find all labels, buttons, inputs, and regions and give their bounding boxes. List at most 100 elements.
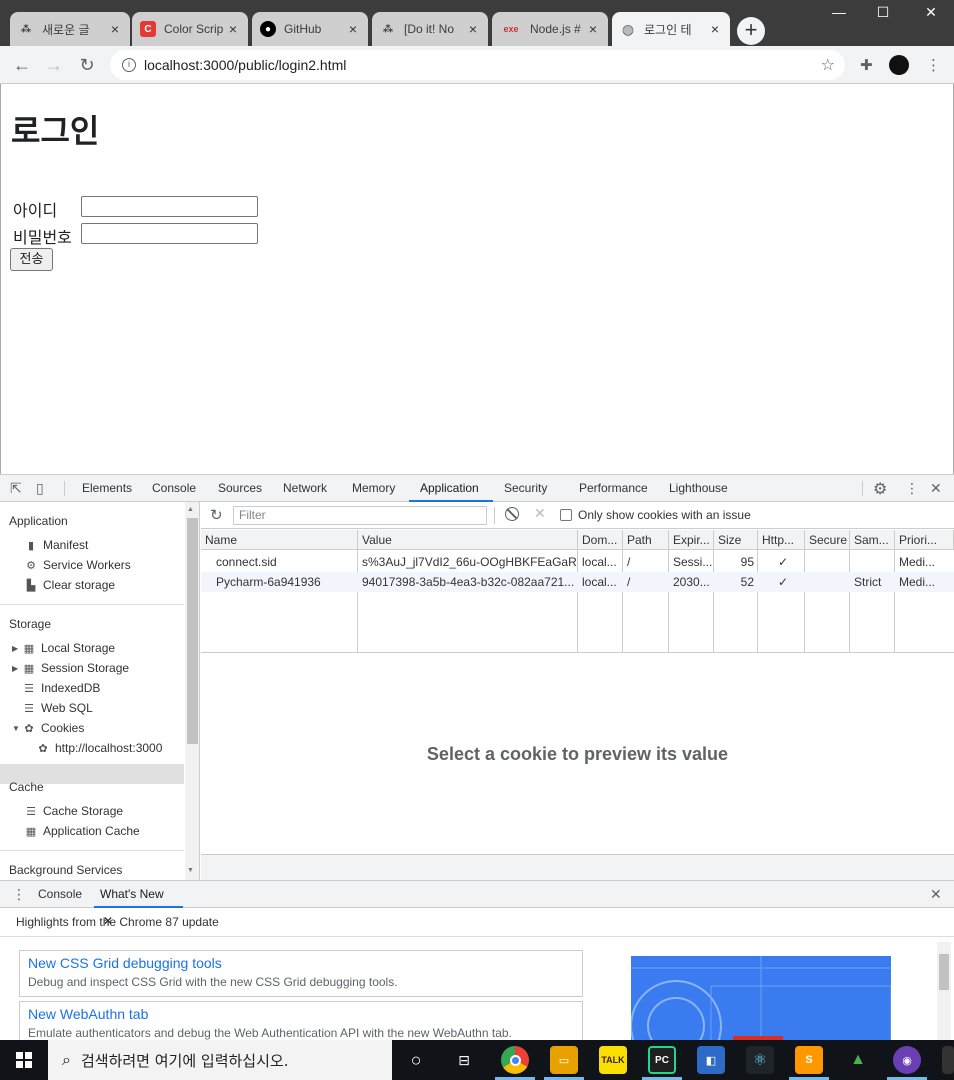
close-icon[interactable]: ×	[586, 21, 600, 37]
device-toolbar-icon[interactable]: ▯	[36, 480, 44, 497]
scroll-down-arrow-icon[interactable]: ▼	[187, 867, 194, 874]
forward-icon[interactable]: →	[42, 54, 66, 76]
sidebar-item-websql[interactable]: ☰ Web SQL	[22, 701, 93, 715]
settings-gear-icon[interactable]: ⚙	[873, 479, 887, 499]
tab-console[interactable]: Console	[146, 475, 202, 502]
address-bar[interactable]: i localhost:3000/public/login2.html ☆	[110, 50, 845, 80]
submit-button[interactable]: 전송	[10, 248, 53, 271]
maximize-icon[interactable]: ☐	[860, 4, 906, 26]
expand-arrow-icon[interactable]: ▶	[12, 664, 22, 673]
chrome-icon[interactable]	[501, 1046, 529, 1074]
id-input[interactable]	[81, 196, 258, 217]
tab-sources[interactable]: Sources	[212, 475, 268, 502]
table-row[interactable]: connect.sid s%3AuJ_jl7VdI2_66u-OOgHBKFEa…	[201, 552, 954, 572]
tab-application[interactable]: Application	[409, 475, 493, 502]
tab-network[interactable]: Network	[277, 475, 333, 502]
close-icon[interactable]: ×	[346, 21, 360, 37]
close-devtools-icon[interactable]: ✕	[930, 480, 942, 497]
tab-elements[interactable]: Elements	[76, 475, 138, 502]
profile-avatar[interactable]	[889, 55, 909, 75]
cortana-icon[interactable]: ○	[402, 1046, 430, 1074]
whats-new-card[interactable]: New WebAuthn tab Emulate authenticators …	[19, 1001, 583, 1045]
sidebar-item-indexeddb[interactable]: ☰ IndexedDB	[22, 681, 100, 695]
close-drawer-icon[interactable]: ✕	[930, 886, 942, 903]
rocket-icon[interactable]: ▲	[844, 1046, 872, 1074]
minimize-icon[interactable]: —	[816, 4, 862, 26]
kakaotalk-icon[interactable]: TALK	[599, 1046, 627, 1074]
inspect-element-icon[interactable]: ⇱	[10, 480, 22, 497]
expand-arrow-icon[interactable]: ▶	[12, 644, 22, 653]
reload-icon[interactable]: ↻	[75, 54, 99, 76]
column-header-domain[interactable]: Dom...	[578, 530, 623, 550]
sidebar-item-manifest[interactable]: ▮ Manifest	[24, 538, 88, 552]
sidebar-item-application-cache[interactable]: ▦ Application Cache	[24, 824, 140, 838]
browser-tab[interactable]: ● GitHub ×	[252, 12, 368, 46]
browser-tab[interactable]: ⁂ [Do it! No ×	[372, 12, 488, 46]
table-row[interactable]: Pycharm-6a941936 94017398-3a5b-4ea3-b32c…	[201, 572, 954, 592]
sidebar-item-cache-storage[interactable]: ☰ Cache Storage	[24, 804, 123, 818]
terminal-icon[interactable]	[942, 1046, 954, 1074]
drawer-scrollbar-thumb[interactable]	[939, 954, 949, 990]
sidebar-item-local-storage[interactable]: ▶ ▦ Local Storage	[12, 641, 115, 655]
card-title-link[interactable]: New WebAuthn tab	[28, 1006, 574, 1022]
extensions-icon[interactable]: ✚	[860, 56, 873, 74]
menu-kebab-icon[interactable]: ⋮	[926, 56, 941, 74]
sidebar-item-cookie-origin[interactable]: ✿ http://localhost:3000	[36, 741, 162, 755]
column-header-value[interactable]: Value	[358, 530, 578, 550]
tab-security[interactable]: Security	[498, 475, 553, 502]
only-issues-checkbox[interactable]	[560, 509, 572, 521]
delete-selected-icon[interactable]: ✕	[534, 505, 546, 522]
close-icon[interactable]: ×	[108, 21, 122, 37]
cat-app-icon[interactable]: ◉	[893, 1046, 921, 1074]
bookmark-star-icon[interactable]: ☆	[821, 55, 835, 75]
sidebar-scrollbar-thumb[interactable]	[187, 518, 198, 744]
browser-tab-active[interactable]: ◍ 로그인 테 ×	[612, 12, 730, 46]
column-header-httponly[interactable]: Http...	[758, 530, 805, 550]
sidebar-item-clear-storage[interactable]: ▙ Clear storage	[24, 578, 115, 592]
drawer-tab-whats-new[interactable]: What's New ✕	[94, 881, 183, 928]
browser-tab[interactable]: exe Node.js # ×	[492, 12, 608, 46]
atom-icon[interactable]: ⚛	[746, 1046, 774, 1074]
new-tab-button[interactable]: +	[737, 17, 765, 45]
card-title-link[interactable]: New CSS Grid debugging tools	[28, 955, 574, 971]
close-icon[interactable]: ×	[466, 21, 480, 37]
whats-new-card[interactable]: New CSS Grid debugging tools Debug and i…	[19, 950, 583, 997]
tab-performance[interactable]: Performance	[573, 475, 654, 502]
password-input[interactable]	[81, 223, 258, 244]
browser-tab[interactable]: ⁂ 새로운 글 ×	[10, 12, 130, 46]
collapse-arrow-icon[interactable]: ▼	[12, 724, 22, 733]
window-close-icon[interactable]: ✕	[908, 4, 954, 26]
app-icon[interactable]: ◧	[697, 1046, 725, 1074]
browser-tab[interactable]: C Color Scrip ×	[132, 12, 248, 46]
sidebar-item-cookies[interactable]: ▼ ✿ Cookies	[12, 721, 84, 735]
sublime-text-icon[interactable]: S	[795, 1046, 823, 1074]
column-header-secure[interactable]: Secure	[805, 530, 850, 550]
tab-memory[interactable]: Memory	[346, 475, 401, 502]
cookie-filter-input[interactable]: Filter	[233, 506, 487, 525]
drawer-menu-kebab-icon[interactable]: ⋮	[12, 886, 26, 903]
taskbar-search-box[interactable]: ⌕ 검색하려면 여기에 입력하십시오.	[48, 1040, 392, 1080]
scroll-up-arrow-icon[interactable]: ▲	[187, 506, 194, 513]
column-header-name[interactable]: Name	[201, 530, 358, 550]
task-view-icon[interactable]: ⊟	[450, 1046, 478, 1074]
refresh-icon[interactable]: ↻	[210, 506, 223, 524]
column-header-samesite[interactable]: Sam...	[850, 530, 895, 550]
more-kebab-icon[interactable]: ⋮	[905, 480, 919, 497]
close-icon[interactable]: ×	[226, 21, 240, 37]
back-icon[interactable]: ←	[10, 54, 34, 76]
drawer-tab-console[interactable]: Console	[32, 881, 88, 908]
windows-start-button[interactable]	[0, 1040, 48, 1080]
tab-lighthouse[interactable]: Lighthouse	[663, 475, 734, 502]
tistory-icon: ⁂	[20, 23, 32, 35]
column-header-priority[interactable]: Priori...	[895, 530, 954, 550]
sidebar-item-service-workers[interactable]: ⚙ Service Workers	[24, 558, 131, 572]
pycharm-icon[interactable]: PC	[648, 1046, 676, 1074]
column-header-path[interactable]: Path	[623, 530, 669, 550]
info-icon[interactable]: i	[122, 58, 136, 72]
sidebar-item-session-storage[interactable]: ▶ ▦ Session Storage	[12, 661, 129, 675]
close-icon[interactable]: ×	[708, 21, 722, 37]
column-header-expires[interactable]: Expir...	[669, 530, 714, 550]
file-explorer-icon[interactable]: ▭	[550, 1046, 578, 1074]
column-header-size[interactable]: Size	[714, 530, 758, 550]
clear-all-icon[interactable]	[505, 507, 519, 521]
